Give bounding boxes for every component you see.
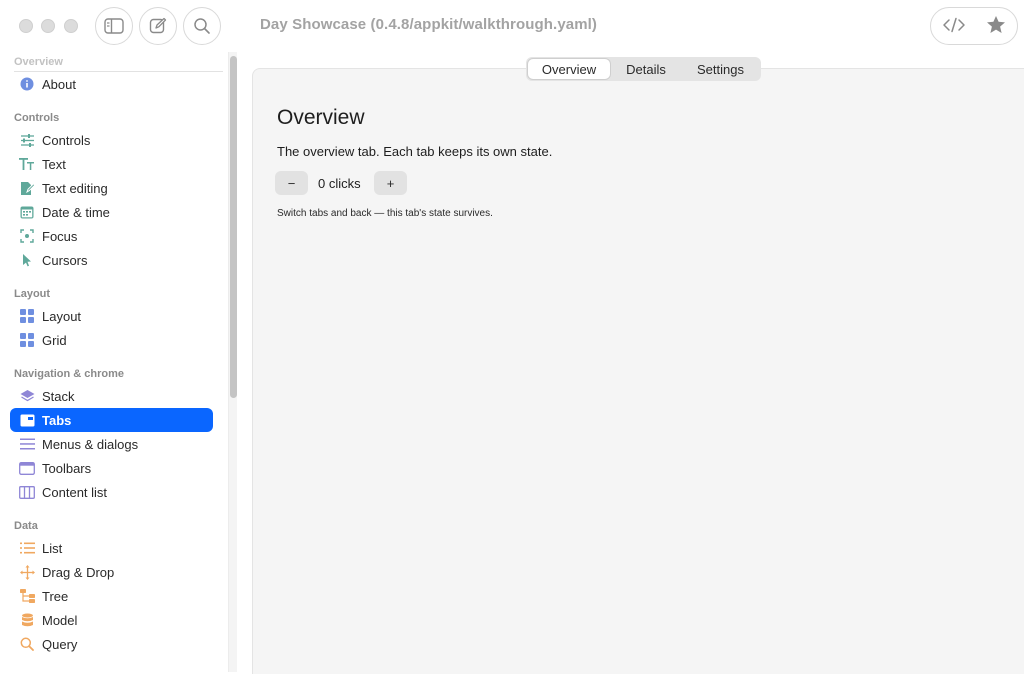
- sidebar-item-grid[interactable]: Grid: [10, 328, 213, 352]
- sidebar-item-toolbars[interactable]: Toolbars: [10, 456, 213, 480]
- sidebar-scrollbar[interactable]: [228, 52, 237, 672]
- search-button[interactable]: [183, 7, 221, 45]
- tab-bar: Overview Details Settings: [526, 57, 761, 81]
- layout-grid-icon: [19, 308, 35, 324]
- sidebar-item-about[interactable]: About: [10, 72, 213, 96]
- section-title-navigation: Navigation & chrome: [14, 368, 125, 380]
- tab-settings[interactable]: Settings: [682, 59, 759, 79]
- stack-layers-icon: [19, 388, 35, 404]
- sidebar-item-tree[interactable]: Tree: [10, 584, 213, 608]
- page-title: Overview: [277, 106, 365, 129]
- star-icon: [986, 15, 1006, 39]
- toolbar-right-group: [930, 7, 1018, 45]
- view-source-button[interactable]: [932, 8, 976, 46]
- window-title: Day Showcase (0.4.8/appkit/walkthrough.y…: [260, 16, 597, 33]
- move-arrows-icon: [19, 564, 35, 580]
- sidebar-item-cursors[interactable]: Cursors: [10, 248, 213, 272]
- close-window-button[interactable]: [19, 19, 33, 33]
- database-icon: [19, 612, 35, 628]
- sliders-icon: [19, 132, 35, 148]
- click-counter: 0 clicks: [318, 176, 361, 191]
- sidebar-item-focus[interactable]: Focus: [10, 224, 213, 248]
- minimize-window-button[interactable]: [41, 19, 55, 33]
- sidebar-item-text-editing[interactable]: Text editing: [10, 176, 213, 200]
- tabs-icon: [19, 412, 35, 428]
- edit-document-icon: [19, 180, 35, 196]
- code-icon: [942, 17, 966, 38]
- text-size-icon: [19, 156, 35, 172]
- tab-description: The overview tab. Each tab keeps its own…: [277, 144, 553, 159]
- tree-icon: [19, 588, 35, 604]
- sidebar: Overview About Controls Controls Text Te…: [0, 52, 240, 674]
- sidebar-item-query[interactable]: Query: [10, 632, 213, 656]
- section-title-controls: Controls: [14, 112, 60, 124]
- sidebar-item-list[interactable]: List: [10, 536, 213, 560]
- menu-icon: [19, 436, 35, 452]
- sidebar-item-model[interactable]: Model: [10, 608, 213, 632]
- sidebar-item-text[interactable]: Text: [10, 152, 213, 176]
- sidebar-item-date-time[interactable]: Date & time: [10, 200, 213, 224]
- cursor-icon: [19, 252, 35, 268]
- sidebar-item-drag-drop[interactable]: Drag & Drop: [10, 560, 213, 584]
- toggle-sidebar-button[interactable]: [95, 7, 133, 45]
- columns-icon: [19, 484, 35, 500]
- section-title-layout: Layout: [14, 288, 51, 300]
- section-title-overview: Overview: [14, 56, 63, 68]
- window-icon: [19, 460, 35, 476]
- tab-overview[interactable]: Overview: [528, 59, 610, 79]
- sidebar-item-content-list[interactable]: Content list: [10, 480, 213, 504]
- state-hint: Switch tabs and back — this tab's state …: [277, 208, 493, 219]
- zoom-window-button[interactable]: [64, 19, 78, 33]
- increment-button[interactable]: +: [374, 171, 407, 195]
- sidebar-toggle-icon: [104, 18, 124, 34]
- sidebar-item-tabs[interactable]: Tabs: [10, 408, 213, 432]
- favorite-button[interactable]: [974, 8, 1018, 46]
- magnifier-icon: [19, 636, 35, 652]
- sidebar-item-stack[interactable]: Stack: [10, 384, 213, 408]
- calendar-icon: [19, 204, 35, 220]
- tab-details[interactable]: Details: [610, 59, 682, 79]
- search-icon: [193, 17, 211, 35]
- list-icon: [19, 540, 35, 556]
- compose-icon: [149, 17, 167, 35]
- sidebar-item-controls[interactable]: Controls: [10, 128, 213, 152]
- title-bar: Day Showcase (0.4.8/appkit/walkthrough.y…: [0, 0, 1024, 52]
- sidebar-item-layout[interactable]: Layout: [10, 304, 213, 328]
- focus-icon: [19, 228, 35, 244]
- section-title-data: Data: [14, 520, 38, 532]
- sidebar-scroll-thumb[interactable]: [230, 56, 237, 398]
- sidebar-item-menus-dialogs[interactable]: Menus & dialogs: [10, 432, 213, 456]
- info-icon: [19, 76, 35, 92]
- grid-icon: [19, 332, 35, 348]
- compose-button[interactable]: [139, 7, 177, 45]
- decrement-button[interactable]: −: [275, 171, 308, 195]
